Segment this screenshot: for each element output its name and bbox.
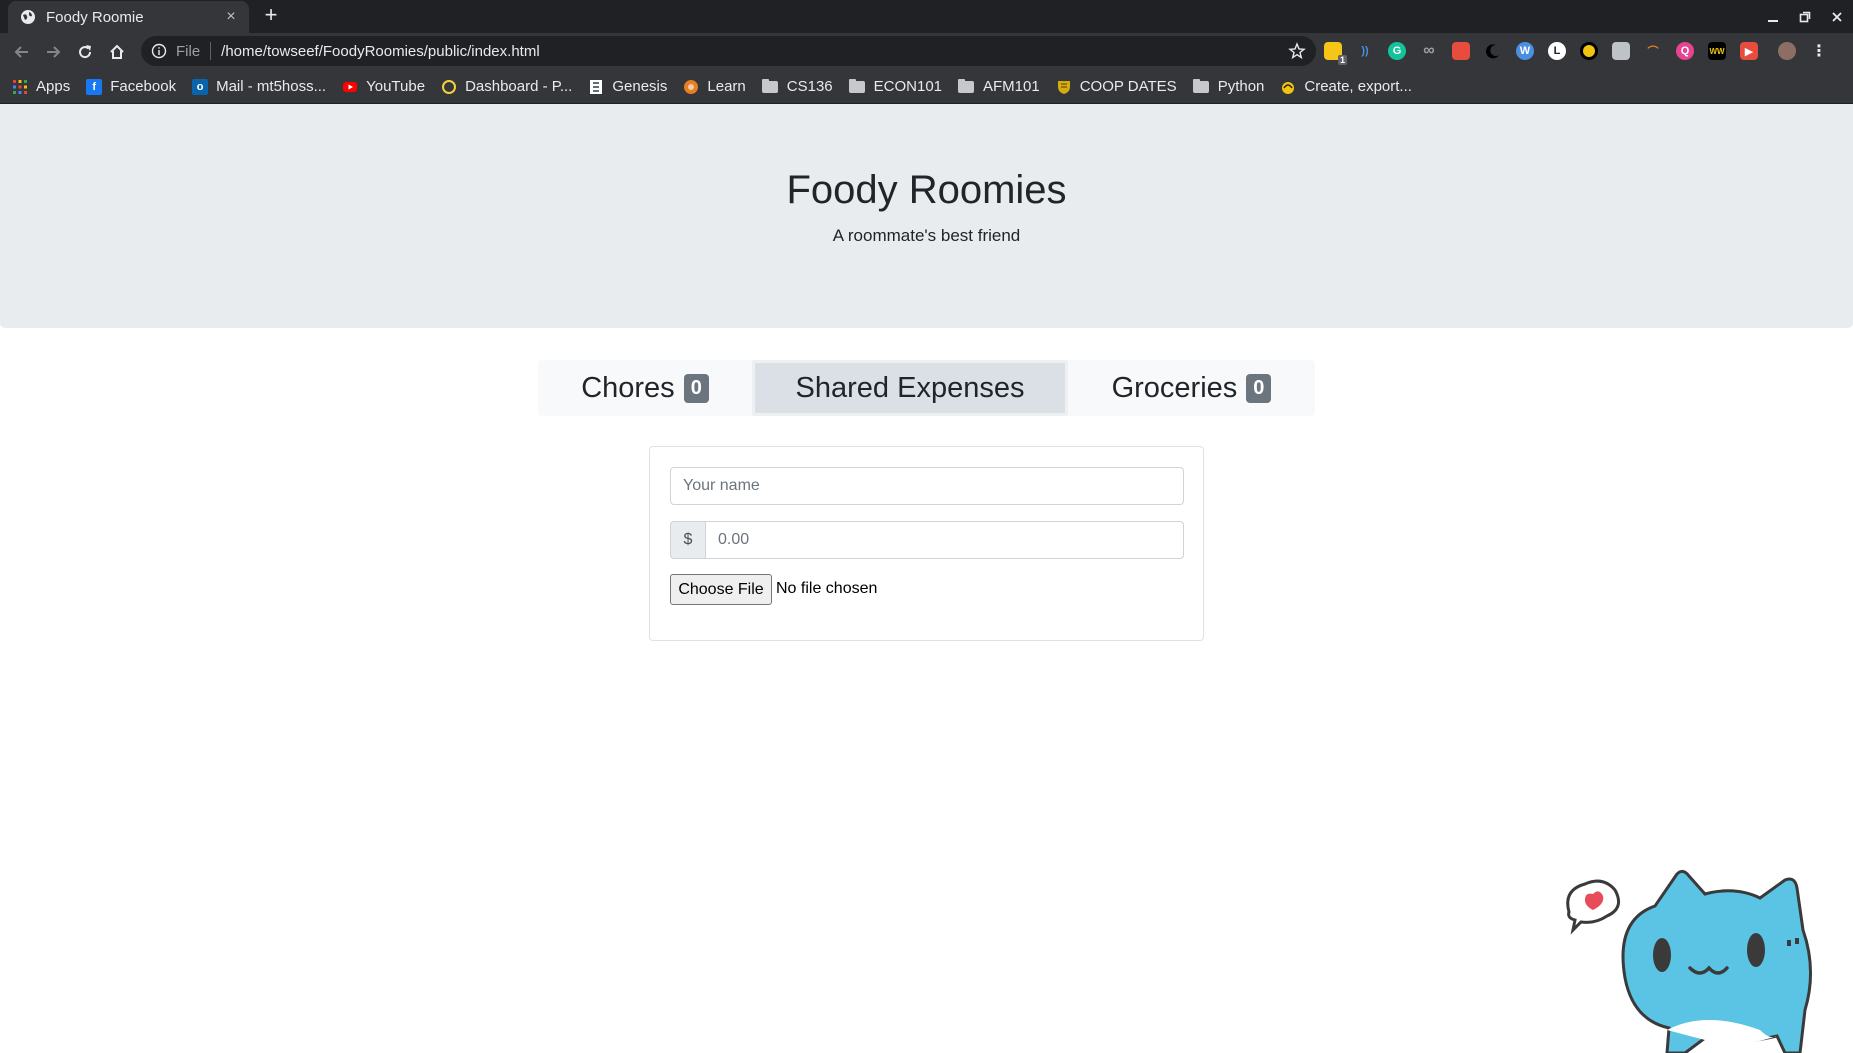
apps-grid-icon — [13, 79, 27, 94]
folder-icon — [958, 78, 975, 93]
tab-chores[interactable]: Chores 0 — [538, 360, 752, 416]
bookmark-label: Genesis — [612, 78, 668, 95]
globe-icon — [21, 10, 35, 24]
tab-shared-expenses[interactable]: Shared Expenses — [752, 360, 1068, 416]
bookmarks-bar: Apps f Facebook o Mail - mt5hoss... YouT… — [0, 70, 1853, 104]
bookmark-label: Learn — [707, 78, 746, 95]
header-jumbotron: Foody Roomies A roommate's best friend — [0, 104, 1853, 328]
bookmark-label: Mail - mt5hoss... — [216, 78, 327, 95]
profile-avatar-icon[interactable] — [1778, 42, 1796, 60]
browser-toolbar: File /home/towseef/FoodyRoomies/public/i… — [0, 33, 1853, 70]
bookmark-folder-afm101[interactable]: AFM101 — [958, 78, 1040, 95]
reload-icon[interactable] — [72, 39, 98, 65]
grammarly-extension-icon[interactable]: G — [1388, 42, 1406, 60]
circle-extension-icon[interactable] — [1580, 42, 1598, 60]
browser-tab[interactable]: Foody Roomie × — [8, 1, 249, 33]
groceries-count-badge: 0 — [1246, 373, 1272, 403]
folder-icon — [761, 78, 778, 93]
bookmark-label: AFM101 — [983, 78, 1040, 95]
bookmark-folder-python[interactable]: Python — [1192, 78, 1265, 95]
dark-mode-extension-icon[interactable] — [1484, 42, 1502, 60]
bookmark-folder-cs136[interactable]: CS136 — [761, 78, 833, 95]
bookmark-coop-dates[interactable]: COOP DATES — [1056, 78, 1177, 95]
tab-label: Shared Expenses — [795, 371, 1025, 404]
bookmark-youtube[interactable]: YouTube — [342, 78, 425, 95]
browser-tab-strip: Foody Roomie × + — [0, 0, 1853, 33]
restore-icon[interactable] — [1789, 0, 1821, 33]
new-tab-button[interactable]: + — [259, 4, 283, 28]
bookmark-star-icon[interactable] — [1288, 42, 1306, 60]
bookmark-genesis[interactable]: Genesis — [588, 78, 667, 95]
bookmark-label: Create, export... — [1304, 78, 1412, 95]
bookmark-label: COOP DATES — [1079, 78, 1177, 95]
home-icon[interactable] — [104, 39, 130, 65]
bookmark-learn[interactable]: Learn — [683, 78, 746, 95]
tab-title: Foody Roomie — [46, 8, 144, 26]
video-speed-extension-icon[interactable]: ▶ — [1740, 42, 1758, 60]
ww-extension-icon[interactable]: WW — [1708, 42, 1726, 60]
address-bar[interactable]: File /home/towseef/FoodyRoomies/public/i… — [141, 36, 1316, 66]
dashboard-icon — [442, 79, 457, 94]
youtube-icon — [343, 81, 358, 92]
page-title: Foody Roomies — [786, 168, 1067, 212]
section-tabs: Chores 0 Shared Expenses Groceries 0 — [538, 360, 1315, 416]
expense-form-card: $ Choose File No file chosen — [649, 446, 1204, 641]
page-subtitle: A roommate's best friend — [832, 226, 1021, 245]
sticky-notes-extension-icon[interactable]: 1 — [1324, 42, 1347, 65]
bookmark-label: CS136 — [786, 78, 833, 95]
bookmark-create-export[interactable]: Create, export... — [1280, 78, 1412, 95]
window-controls — [1757, 0, 1853, 33]
name-input[interactable] — [670, 467, 1184, 505]
tab-label: Groceries — [1111, 371, 1238, 404]
extension-badge: 1 — [1337, 55, 1347, 65]
translate-extension-icon[interactable] — [1612, 42, 1630, 60]
chores-count-badge: 0 — [683, 373, 709, 403]
bookmark-label: Apps — [36, 78, 71, 95]
bookmark-mail[interactable]: o Mail - mt5hoss... — [192, 78, 326, 95]
tab-label: Chores — [581, 371, 675, 404]
choose-file-button[interactable]: Choose File — [670, 574, 772, 605]
address-divider — [210, 42, 212, 60]
forward-arrow-icon[interactable] — [40, 39, 66, 65]
address-url[interactable]: /home/towseef/FoodyRoomies/public/index.… — [221, 43, 1288, 60]
q-extension-icon[interactable]: Q — [1676, 42, 1694, 60]
bookmark-folder-econ101[interactable]: ECON101 — [848, 78, 943, 95]
minimize-icon[interactable] — [1757, 0, 1789, 33]
shield-crest-icon — [1057, 80, 1070, 94]
learn-icon — [684, 79, 699, 94]
rainbow-extension-icon[interactable]: ⌒ — [1644, 42, 1662, 60]
tab-groceries[interactable]: Groceries 0 — [1068, 360, 1315, 416]
bookmark-apps[interactable]: Apps — [12, 78, 70, 95]
bookmark-label: ECON101 — [873, 78, 943, 95]
close-tab-icon[interactable]: × — [219, 8, 243, 26]
bookmark-label: Dashboard - P... — [465, 78, 573, 95]
currency-addon: $ — [670, 521, 705, 559]
folder-icon — [848, 78, 865, 93]
folder-icon — [1192, 78, 1209, 93]
facebook-icon: f — [86, 78, 103, 95]
infinity-extension-icon[interactable]: ∞ — [1420, 42, 1438, 60]
w-extension-icon[interactable]: W — [1516, 42, 1534, 60]
back-arrow-icon[interactable] — [9, 39, 35, 65]
bookmark-label: YouTube — [366, 78, 426, 95]
bookmark-facebook[interactable]: f Facebook — [86, 78, 176, 95]
outlook-icon: o — [192, 78, 209, 95]
create-export-icon — [1282, 81, 1295, 94]
bookmark-label: Facebook — [110, 78, 177, 95]
bookmark-label: Python — [1217, 78, 1265, 95]
address-scheme: File — [176, 42, 201, 60]
extensions-row: 1 )) G ∞ W L ⌒ Q WW ▶ ⋮ — [1324, 36, 1828, 66]
close-window-icon[interactable] — [1821, 0, 1853, 33]
calendar-extension-icon[interactable] — [1452, 42, 1470, 60]
bookmark-dashboard[interactable]: Dashboard - P... — [441, 78, 572, 95]
l-extension-icon[interactable]: L — [1548, 42, 1566, 60]
file-status-text: No file chosen — [776, 580, 878, 597]
genesis-icon — [590, 79, 603, 94]
amount-input[interactable] — [705, 521, 1184, 559]
menu-kebab-icon[interactable]: ⋮ — [1810, 42, 1828, 60]
read-aloud-extension-icon[interactable]: )) — [1356, 42, 1374, 60]
info-icon[interactable] — [151, 43, 167, 59]
blue-cat-mascot-image — [1566, 869, 1812, 1053]
